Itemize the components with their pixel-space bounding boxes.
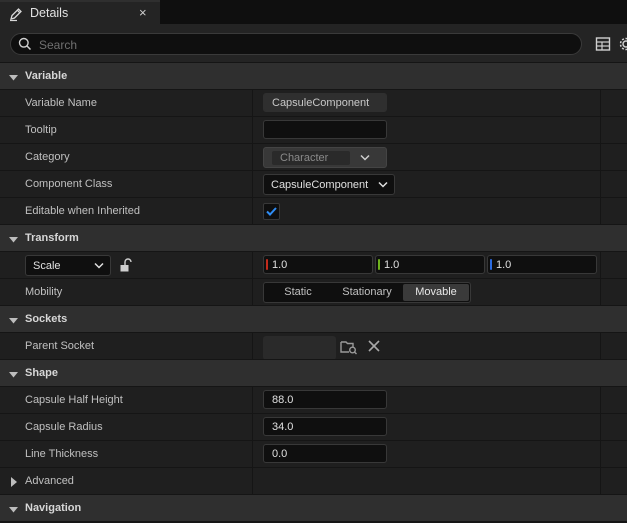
property-label: Parent Socket xyxy=(25,340,95,352)
advanced-expander[interactable]: Advanced xyxy=(0,467,627,494)
chevron-down-icon xyxy=(9,372,18,378)
property-mobility: Mobility Static Stationary Movable xyxy=(0,278,627,305)
property-label: Capsule Half Height xyxy=(25,394,123,406)
scale-mode-value: Scale xyxy=(33,260,61,272)
chevron-down-icon xyxy=(9,507,18,513)
search-icon xyxy=(18,37,32,51)
property-label: Capsule Radius xyxy=(25,421,103,433)
details-tab[interactable]: Details × xyxy=(0,0,160,24)
category-sockets[interactable]: Sockets xyxy=(0,305,627,332)
property-capsule-half-height: Capsule Half Height 88.0 xyxy=(0,386,627,413)
unlocked-icon[interactable] xyxy=(119,258,133,273)
chevron-down-icon xyxy=(360,154,370,161)
scale-mode-dropdown[interactable]: Scale xyxy=(25,255,111,276)
property-label: Category xyxy=(25,151,70,163)
category-transform[interactable]: Transform xyxy=(0,224,627,251)
category-shape[interactable]: Shape xyxy=(0,359,627,386)
mobility-segmented-control: Static Stationary Movable xyxy=(263,282,471,303)
scale-x-field[interactable]: 1.0 xyxy=(263,255,373,274)
pencil-icon xyxy=(10,8,22,22)
property-line-thickness: Line Thickness 0.0 xyxy=(0,440,627,467)
property-editable-when-inherited: Editable when Inherited xyxy=(0,197,627,224)
tooltip-field[interactable] xyxy=(263,120,387,139)
category-navigation[interactable]: Navigation xyxy=(0,494,627,521)
property-parent-socket: Parent Socket xyxy=(0,332,627,360)
variable-name-field[interactable]: CapsuleComponent xyxy=(263,93,387,112)
property-tooltip: Tooltip xyxy=(0,116,627,143)
property-label: Variable Name xyxy=(25,97,97,109)
line-thickness-field[interactable]: 0.0 xyxy=(263,444,387,463)
chevron-down-icon xyxy=(9,318,18,324)
capsule-half-height-field[interactable]: 88.0 xyxy=(263,390,387,409)
category-label: Navigation xyxy=(25,502,82,514)
editable-checkbox[interactable] xyxy=(263,203,280,220)
category-variable[interactable]: Variable xyxy=(0,62,627,89)
tab-title: Details xyxy=(30,6,69,20)
property-component-class: Component Class CapsuleComponent xyxy=(0,170,627,197)
category-label: Transform xyxy=(25,232,79,244)
property-category: Category Character xyxy=(0,143,627,170)
property-label: Line Thickness xyxy=(25,448,99,460)
property-variable-name: Variable Name CapsuleComponent xyxy=(0,89,627,116)
checkmark-icon xyxy=(266,207,277,216)
clear-x-icon[interactable] xyxy=(367,339,381,353)
tab-bar: Details × xyxy=(0,0,627,24)
details-toolbar xyxy=(0,24,627,62)
category-label: Shape xyxy=(25,367,59,379)
chevron-down-icon xyxy=(94,262,104,269)
chevron-right-icon xyxy=(11,477,17,487)
category-label: Sockets xyxy=(25,313,68,325)
mobility-movable-button[interactable]: Movable xyxy=(403,284,469,301)
component-class-value: CapsuleComponent xyxy=(271,179,369,191)
mobility-stationary-button[interactable]: Stationary xyxy=(332,284,402,301)
component-class-dropdown[interactable]: CapsuleComponent xyxy=(263,174,395,195)
details-property-list: Variable Variable Name CapsuleComponent … xyxy=(0,62,627,521)
property-label: Editable when Inherited xyxy=(25,205,140,217)
category-value: Character xyxy=(280,152,329,164)
search-box[interactable] xyxy=(10,33,582,55)
property-capsule-radius: Capsule Radius 34.0 xyxy=(0,413,627,440)
category-dropdown[interactable]: Character xyxy=(263,147,387,168)
search-input[interactable] xyxy=(37,35,571,55)
property-label: Tooltip xyxy=(25,124,57,136)
mobility-static-button[interactable]: Static xyxy=(265,284,331,301)
category-label: Variable xyxy=(25,70,68,82)
advanced-label: Advanced xyxy=(25,475,74,487)
property-scale: Scale 1.0 1.0 1.0 xyxy=(0,251,627,278)
settings-gear-icon[interactable] xyxy=(618,36,627,52)
table-view-icon[interactable] xyxy=(595,36,611,52)
property-label: Mobility xyxy=(25,286,63,298)
scale-z-field[interactable]: 1.0 xyxy=(487,255,597,274)
browse-folder-icon[interactable] xyxy=(340,339,358,355)
chevron-down-icon xyxy=(378,181,388,188)
scale-y-field[interactable]: 1.0 xyxy=(375,255,485,274)
parent-socket-field[interactable] xyxy=(263,336,336,360)
chevron-down-icon xyxy=(9,237,18,243)
close-icon[interactable]: × xyxy=(139,5,147,21)
chevron-down-icon xyxy=(9,75,18,81)
property-label: Component Class xyxy=(25,178,113,190)
capsule-radius-field[interactable]: 34.0 xyxy=(263,417,387,436)
